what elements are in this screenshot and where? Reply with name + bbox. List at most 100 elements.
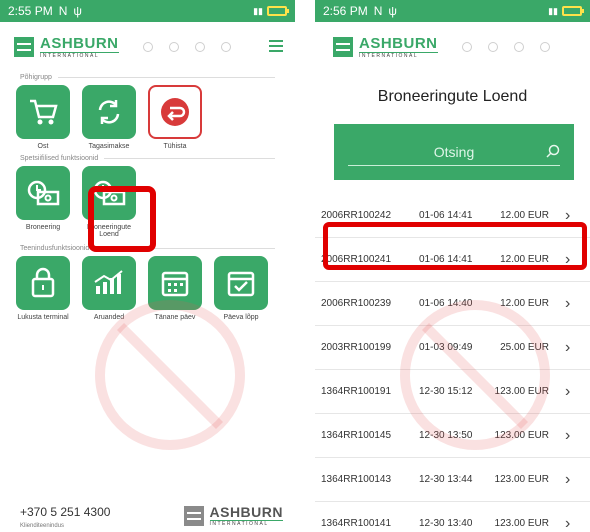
tile-label: Tühista: [163, 143, 187, 150]
reservation-amount: 123.00 EUR: [494, 518, 549, 529]
list-item[interactable]: 1364RR100141 12-30 13:40 123.00 EUR ›: [315, 502, 590, 532]
section-title: Põhigrupp: [20, 74, 275, 81]
list-item[interactable]: 1364RR100145 12-30 13:50 123.00 EUR ›: [315, 414, 590, 458]
logo-mark-icon: [14, 37, 34, 57]
highlight-box: [88, 186, 156, 252]
tile-group-service: Lukusta terminal Aruanded Tänane päev Pä…: [0, 256, 295, 322]
demo-watermark-icon: [95, 300, 245, 450]
usb-icon: ψ: [73, 4, 82, 18]
reservation-amount: 123.00 EUR: [494, 474, 549, 485]
footer: +370 5 251 4300 Klienditeenindus ASHBURN…: [20, 505, 283, 529]
tile-lukusta-terminal[interactable]: Lukusta terminal: [16, 256, 70, 322]
lock-icon: [16, 256, 70, 311]
logo-mark-icon: [183, 506, 204, 526]
tile-tagasimakse[interactable]: Tagasimakse: [82, 85, 136, 151]
app-header: ASHBURN INTERNATIONAL: [0, 22, 295, 72]
list-item[interactable]: 1364RR100143 12-30 13:44 123.00 EUR ›: [315, 458, 590, 502]
battery-icon: [267, 6, 289, 16]
reservation-date: 12-30 13:44: [419, 474, 473, 485]
refresh-icon: [82, 85, 136, 139]
tile-group-main: Ost Tagasimakse Tühista: [0, 85, 295, 151]
page-dot: [168, 42, 179, 52]
nfc-icon: N: [373, 4, 383, 18]
reservation-id: 2006RR100239: [321, 298, 392, 309]
tile-broneering[interactable]: Broneering: [16, 165, 70, 239]
page-dot: [194, 42, 205, 52]
battery-icon: [562, 6, 584, 16]
calendar-icon: [148, 256, 202, 311]
clock-money-icon: [16, 165, 70, 220]
section-title: Spetsiifilised funktsioonid: [20, 155, 275, 162]
search-underline: [348, 165, 560, 166]
reservation-id: 2003RR100199: [321, 342, 392, 353]
app-header: ASHBURN INTERNATIONAL: [315, 22, 590, 72]
menu-icon[interactable]: [269, 40, 283, 52]
reservation-id: 1364RR100141: [321, 518, 392, 529]
logo-name: ASHBURN: [40, 34, 119, 52]
search-icon[interactable]: [546, 144, 560, 163]
logo-tagline: INTERNATIONAL: [209, 520, 283, 527]
reservation-date: 12-30 13:40: [419, 518, 473, 529]
logo-mark-icon: [333, 37, 353, 57]
status-bar: 2:56 PM N ψ ▮▮: [315, 0, 590, 22]
undo-icon: [148, 85, 202, 139]
tile-label: Aruanded: [93, 314, 125, 322]
logo-tagline: INTERNATIONAL: [40, 51, 119, 59]
page-dot: [513, 42, 524, 52]
chevron-right-icon: ›: [565, 382, 571, 400]
status-time: 2:55 PM: [8, 4, 53, 18]
tile-ost[interactable]: Ost: [16, 85, 70, 151]
page-title: Broneeringute Loend: [377, 88, 528, 105]
reservation-date: 01-03 09:49: [419, 342, 473, 353]
tile-label: Päeva lõpp: [223, 314, 259, 322]
reservation-date: 12-30 13:50: [419, 430, 473, 441]
page-dot: [142, 42, 153, 52]
reservation-id: 2006RR100242: [321, 210, 392, 221]
reservation-amount: 25.00 EUR: [500, 342, 549, 353]
logo: ASHBURN INTERNATIONAL: [333, 36, 438, 59]
logo-name: ASHBURN: [209, 504, 283, 520]
logo-name: ASHBURN: [359, 34, 438, 52]
reservation-list-screen: 2:56 PM N ψ ▮▮ ASHBURN INTERNATIONAL Bro…: [315, 0, 590, 532]
support-phone[interactable]: +370 5 251 4300: [20, 505, 110, 519]
list-item[interactable]: 1364RR100191 12-30 15:12 123.00 EUR ›: [315, 370, 590, 414]
chevron-right-icon: ›: [565, 426, 571, 444]
chevron-right-icon: ›: [565, 470, 571, 488]
main-menu-screen: 2:55 PM N ψ ▮▮ ASHBURN INTERNATIONAL Põh…: [0, 0, 295, 532]
tile-label: Lukusta terminal: [17, 314, 69, 322]
page-dot: [461, 42, 472, 52]
tile-tanane-paev[interactable]: Tänane päev: [148, 256, 202, 322]
page-indicator: [461, 42, 550, 52]
tile-aruanded[interactable]: Aruanded: [82, 256, 136, 322]
list-item[interactable]: 2006RR100239 01-06 14:40 12.00 EUR ›: [315, 282, 590, 326]
reservation-amount: 123.00 EUR: [494, 386, 549, 397]
logo: ASHBURN INTERNATIONAL: [14, 36, 119, 59]
footer-logo: ASHBURN INTERNATIONAL: [183, 504, 283, 527]
page-dot: [220, 42, 231, 52]
reservation-id: 1364RR100145: [321, 430, 392, 441]
list-item[interactable]: 2003RR100199 01-03 09:49 25.00 EUR ›: [315, 326, 590, 370]
status-time: 2:56 PM: [323, 4, 368, 18]
tile-paeva-lopp[interactable]: Päeva lõpp: [214, 256, 268, 322]
chevron-right-icon: ›: [565, 514, 571, 532]
status-bar: 2:55 PM N ψ ▮▮: [0, 0, 295, 22]
tile-label: Tagasimakse: [88, 143, 130, 150]
reservation-amount: 12.00 EUR: [500, 210, 549, 221]
signal-icon: ▮▮: [253, 5, 263, 16]
tile-tuhista[interactable]: Tühista: [148, 85, 202, 151]
reservation-amount: 12.00 EUR: [500, 298, 549, 309]
highlight-box: [323, 222, 587, 270]
search-bar[interactable]: Otsing: [334, 124, 574, 180]
tile-label: Tänane päev: [154, 314, 196, 322]
support-label: Klienditeenindus: [20, 523, 65, 529]
reservation-amount: 123.00 EUR: [494, 430, 549, 441]
usb-icon: ψ: [388, 4, 397, 18]
chart-icon: [82, 256, 136, 311]
tile-label: Ost: [37, 143, 49, 150]
reservation-id: 1364RR100191: [321, 386, 392, 397]
page-dot: [487, 42, 498, 52]
reservation-date: 12-30 15:12: [419, 386, 473, 397]
nfc-icon: N: [58, 4, 68, 18]
cart-icon: [16, 85, 70, 139]
chevron-right-icon: ›: [565, 294, 571, 312]
